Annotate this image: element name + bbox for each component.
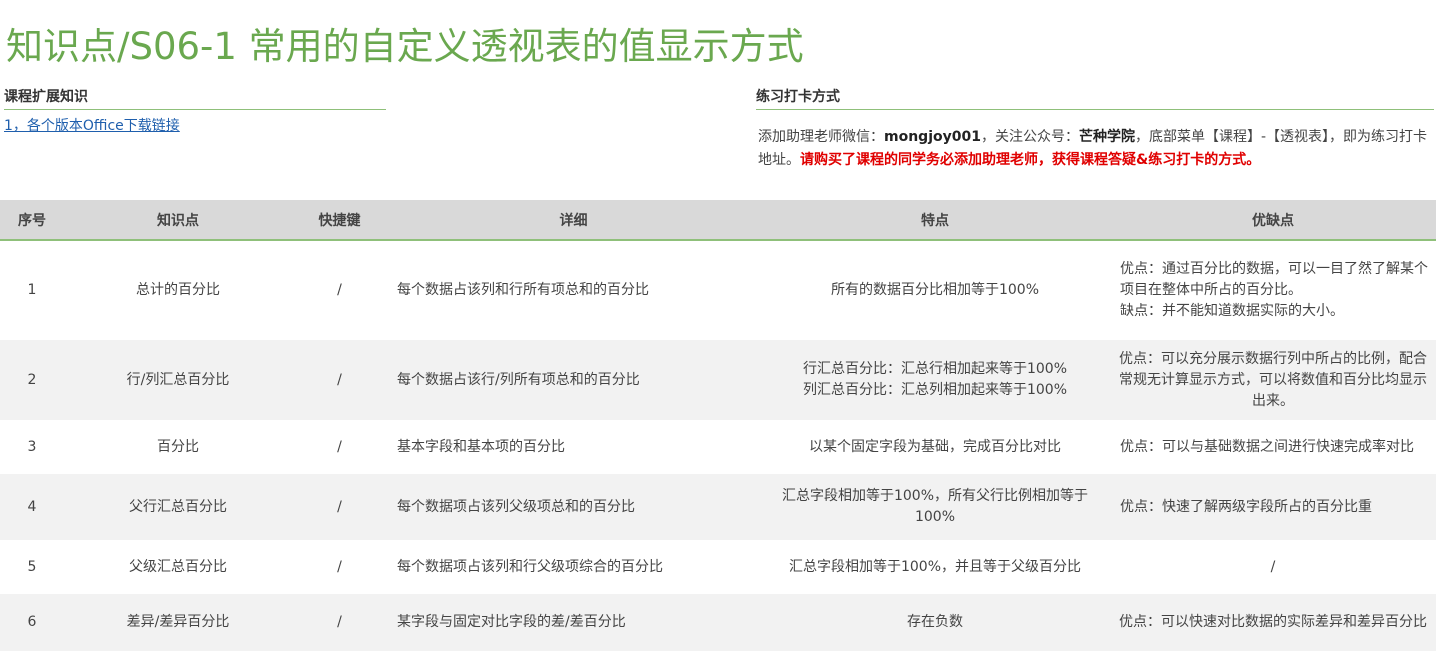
pros-line: 优点：可以充分展示数据行列中所占的比例，配合常规无计算显示方式，可以将数值和百分… [1119, 350, 1427, 409]
table-row: 4 父行汇总百分比 / 每个数据项占该列父级项总和的百分比 汇总字段相加等于10… [0, 474, 1436, 540]
notice-text-1: 添加助理老师微信： [758, 129, 884, 145]
page-title: 知识点/S06-1 常用的自定义透视表的值显示方式 [6, 25, 804, 68]
official-account: 芒种学院 [1078, 129, 1135, 145]
cell-feature: 汇总字段相加等于100%，所有父行比例相加等于100% [760, 474, 1110, 540]
practice-checkin-notice: 添加助理老师微信：mongjoy001，关注公众号：芒种学院，底部菜单【课程】-… [758, 126, 1434, 172]
notice-text-2: ，关注公众号： [980, 129, 1079, 145]
cell-no: 2 [0, 340, 64, 420]
cell-feature: 行汇总百分比：汇总行相加起来等于100% 列汇总百分比：汇总列相加起来等于100% [760, 340, 1110, 420]
office-download-link[interactable]: 1，各个版本Office下载链接 [4, 115, 180, 135]
cell-shortcut: / [337, 558, 342, 575]
header-no: 序号 [0, 200, 64, 241]
header-point: 知识点 [64, 200, 292, 241]
cell-no: 3 [27, 438, 37, 455]
cell-point: 总计的百分比 [136, 282, 220, 298]
course-extension-heading: 课程扩展知识 [4, 86, 386, 110]
feature-line: 汇总字段相加等于100%，并且等于父级百分比 [788, 558, 1082, 575]
header-feature: 特点 [760, 200, 1110, 241]
cell-no: 4 [0, 474, 64, 540]
cell-feature: 汇总字段相加等于100%，并且等于父级百分比 [760, 540, 1110, 594]
cell-point: 百分比 [157, 438, 199, 455]
cell-detail: 每个数据占该列和行所有项总和的百分比 [397, 282, 649, 298]
feature-line: 列汇总百分比：汇总列相加起来等于100% [802, 382, 1068, 398]
feature-line: 汇总字段相加等于100%，所有父行比例相加等于100% [781, 488, 1089, 525]
cons-line: 缺点：并不能知道数据实际的大小。 [1120, 303, 1344, 319]
table-row: 3 百分比 / 基本字段和基本项的百分比 以某个固定字段为基础，完成百分比对比 … [0, 420, 1436, 474]
cell-detail: 每个数据项占该列父级项总和的百分比 [387, 474, 760, 540]
cell-no: 1 [27, 282, 37, 298]
feature-line: 所有的数据百分比相加等于100% [830, 282, 1040, 298]
pros-line: 优点：可以快速对比数据的实际差异和差异百分比 [1119, 614, 1427, 630]
feature-line: 存在负数 [907, 614, 963, 630]
pros-line: 优点：可以与基础数据之间进行快速完成率对比 [1120, 438, 1414, 455]
cell-shortcut: / [292, 474, 387, 540]
cell-detail: 每个数据占该行/列所有项总和的百分比 [387, 340, 760, 420]
cell-shortcut: / [292, 594, 387, 651]
cell-point: 行/列汇总百分比 [64, 340, 292, 420]
practice-checkin-heading: 练习打卡方式 [756, 86, 1434, 110]
table-row: 5 父级汇总百分比 / 每个数据项占该列和行父级项综合的百分比 汇总字段相加等于… [0, 540, 1436, 594]
cell-shortcut: / [337, 282, 342, 298]
table-header-row: 序号 知识点 快捷键 详细 特点 优缺点 [0, 200, 1436, 241]
table-row: 1 总计的百分比 / 每个数据占该列和行所有项总和的百分比 所有的数据百分比相加… [0, 240, 1436, 340]
header-shortcut: 快捷键 [292, 200, 387, 241]
cell-point: 父行汇总百分比 [64, 474, 292, 540]
cell-detail: 某字段与固定对比字段的差/差百分比 [387, 594, 760, 651]
knowledge-table: 序号 知识点 快捷键 详细 特点 优缺点 1 总计的百分比 / 每个数据占该列和… [0, 200, 1436, 651]
cell-pros-cons: 优点：可以与基础数据之间进行快速完成率对比 [1110, 420, 1436, 474]
feature-line: 行汇总百分比：汇总行相加起来等于100% [802, 361, 1068, 377]
pros-line: 优点：快速了解两级字段所占的百分比重 [1120, 498, 1372, 515]
cell-shortcut: / [337, 438, 342, 455]
cell-no: 6 [0, 594, 64, 651]
cell-pros-cons: 优点：快速了解两级字段所占的百分比重 [1110, 474, 1436, 540]
cell-pros-cons: 优点：通过百分比的数据，可以一目了然了解某个项目在整体中所占的百分比。缺点：并不… [1110, 240, 1436, 340]
pros-line: / [1270, 558, 1276, 575]
table-row: 2 行/列汇总百分比 / 每个数据占该行/列所有项总和的百分比 行汇总百分比：汇… [0, 340, 1436, 420]
cell-point: 父级汇总百分比 [129, 558, 227, 575]
notice-warning: 请购买了课程的同学务必添加助理老师，获得课程答疑&练习打卡的方式。 [800, 152, 1261, 168]
feature-line: 以某个固定字段为基础，完成百分比对比 [809, 438, 1061, 455]
cell-detail: 每个数据项占该列和行父级项综合的百分比 [397, 558, 663, 575]
cell-detail: 基本字段和基本项的百分比 [397, 438, 565, 455]
header-pros-cons: 优缺点 [1110, 200, 1436, 241]
cell-point: 差异/差异百分比 [64, 594, 292, 651]
wechat-id: mongjoy001 [884, 129, 981, 145]
cell-no: 5 [27, 558, 37, 575]
cell-feature: 所有的数据百分比相加等于100% [760, 240, 1110, 340]
cell-feature: 以某个固定字段为基础，完成百分比对比 [760, 420, 1110, 474]
header-detail: 详细 [387, 200, 760, 241]
cell-shortcut: / [292, 340, 387, 420]
pros-line: 优点：通过百分比的数据，可以一目了然了解某个项目在整体中所占的百分比。 [1120, 261, 1428, 298]
cell-pros-cons: 优点：可以充分展示数据行列中所占的比例，配合常规无计算显示方式，可以将数值和百分… [1110, 340, 1436, 420]
cell-feature: 存在负数 [760, 594, 1110, 651]
cell-pros-cons: 优点：可以快速对比数据的实际差异和差异百分比 [1110, 594, 1436, 651]
cell-pros-cons: / [1110, 540, 1436, 594]
table-row: 6 差异/差异百分比 / 某字段与固定对比字段的差/差百分比 存在负数 优点：可… [0, 594, 1436, 651]
